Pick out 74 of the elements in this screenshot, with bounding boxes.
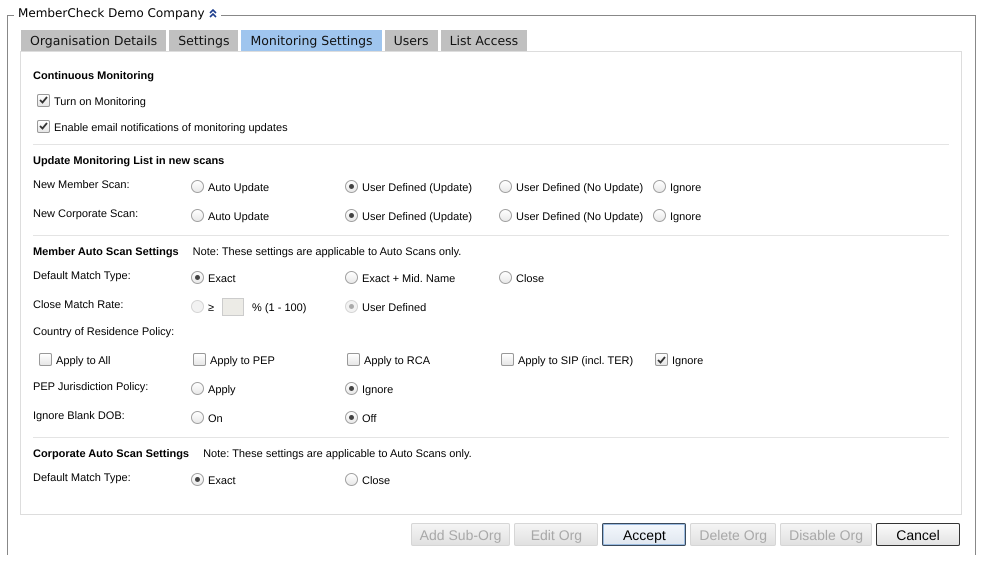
checkbox[interactable]	[193, 353, 206, 366]
option-label: Apply	[208, 384, 236, 396]
radio-button[interactable]	[191, 180, 204, 193]
action-button[interactable]: Accept	[602, 523, 686, 546]
radio-button[interactable]	[191, 271, 204, 284]
checkbox-label: Apply to PEP	[210, 355, 275, 367]
radio-button[interactable]	[191, 473, 204, 486]
checkbox-label: Enable email notifications of monitoring updates	[54, 122, 288, 134]
radio-button[interactable]	[653, 180, 666, 193]
radio-button[interactable]	[345, 209, 358, 222]
checkbox[interactable]	[501, 353, 514, 366]
checkbox[interactable]	[37, 94, 50, 106]
checkbox-label: Turn on Monitoring	[54, 96, 146, 108]
option-label: Exact + Mid. Name	[362, 273, 456, 285]
checkbox-label: Apply to RCA	[364, 355, 430, 367]
radio-button[interactable]	[499, 180, 512, 193]
radio-button[interactable]	[345, 382, 358, 395]
section-title: Update Monitoring List in new scans	[33, 155, 224, 167]
group-title: MemberCheck Demo Company	[18, 6, 205, 20]
section-title: Corporate Auto Scan Settings	[33, 448, 190, 460]
field-label: Default Match Type:	[33, 270, 132, 282]
section-title: Member Auto Scan Settings	[33, 246, 179, 258]
field-label: Default Match Type:	[33, 472, 132, 484]
radio-button[interactable]	[653, 209, 666, 222]
collapse-icon[interactable]	[208, 8, 217, 18]
section-note: Note: These settings are applicable to Auto Scans only.	[203, 448, 472, 460]
field-label: PEP Jurisdiction Policy:	[33, 381, 150, 393]
section-note: Note: These settings are applicable to Auto Scans only.	[192, 246, 462, 258]
field-label: Ignore Blank DOB:	[33, 410, 126, 422]
option-label: Exact	[208, 273, 236, 285]
checkbox-label: Ignore	[672, 355, 704, 367]
checkbox[interactable]	[347, 353, 360, 366]
option-label: Ignore	[362, 384, 394, 396]
option-label: Auto Update	[208, 211, 270, 223]
action-button[interactable]: Cancel	[876, 523, 960, 546]
checkbox[interactable]	[39, 353, 52, 366]
checkbox[interactable]	[655, 353, 668, 366]
option-label: Auto Update	[208, 182, 270, 194]
checkbox-label: Apply to All	[56, 355, 110, 367]
tab[interactable]: Settings	[169, 30, 238, 51]
tab[interactable]: Monitoring Settings	[241, 30, 382, 51]
tab[interactable]: Users	[384, 30, 438, 51]
option-label: Off	[362, 413, 376, 425]
option-label: Ignore	[670, 211, 702, 223]
option-label: User Defined (Update)	[362, 182, 472, 194]
unit-label: % (1 - 100)	[252, 302, 306, 314]
option-label: Exact	[208, 475, 236, 487]
radio-button[interactable]	[345, 180, 358, 193]
field-label: New Member Scan:	[33, 179, 131, 191]
field-label: Close Match Rate:	[33, 299, 124, 311]
symbol-label: ≥	[208, 302, 214, 314]
option-label: User Defined (Update)	[362, 211, 472, 223]
radio-button[interactable]	[191, 209, 204, 222]
checkbox[interactable]	[37, 120, 50, 132]
option-label: On	[208, 413, 223, 425]
tab[interactable]: List Access	[440, 30, 528, 51]
checkbox-label: Apply to SIP (incl. TER)	[518, 355, 634, 367]
radio-button[interactable]	[499, 271, 512, 284]
option-label: Close	[362, 475, 390, 487]
radio-button[interactable]	[191, 411, 204, 424]
option-label: User Defined (No Update)	[516, 211, 644, 223]
radio-button[interactable]	[345, 271, 358, 284]
option-label: User Defined (No Update)	[516, 182, 644, 194]
radio-button[interactable]	[345, 411, 358, 424]
tab[interactable]: Organisation Details	[21, 30, 166, 51]
radio-button[interactable]	[499, 209, 512, 222]
option-label: User Defined	[362, 302, 426, 314]
field-label: New Corporate Scan:	[33, 208, 140, 220]
section-title: Continuous Monitoring	[33, 70, 154, 82]
option-label: Close	[516, 273, 544, 285]
radio-button[interactable]	[191, 382, 204, 395]
option-label: Ignore	[670, 182, 702, 194]
radio-button[interactable]	[345, 473, 358, 486]
field-label: Country of Residence Policy:	[33, 326, 176, 338]
